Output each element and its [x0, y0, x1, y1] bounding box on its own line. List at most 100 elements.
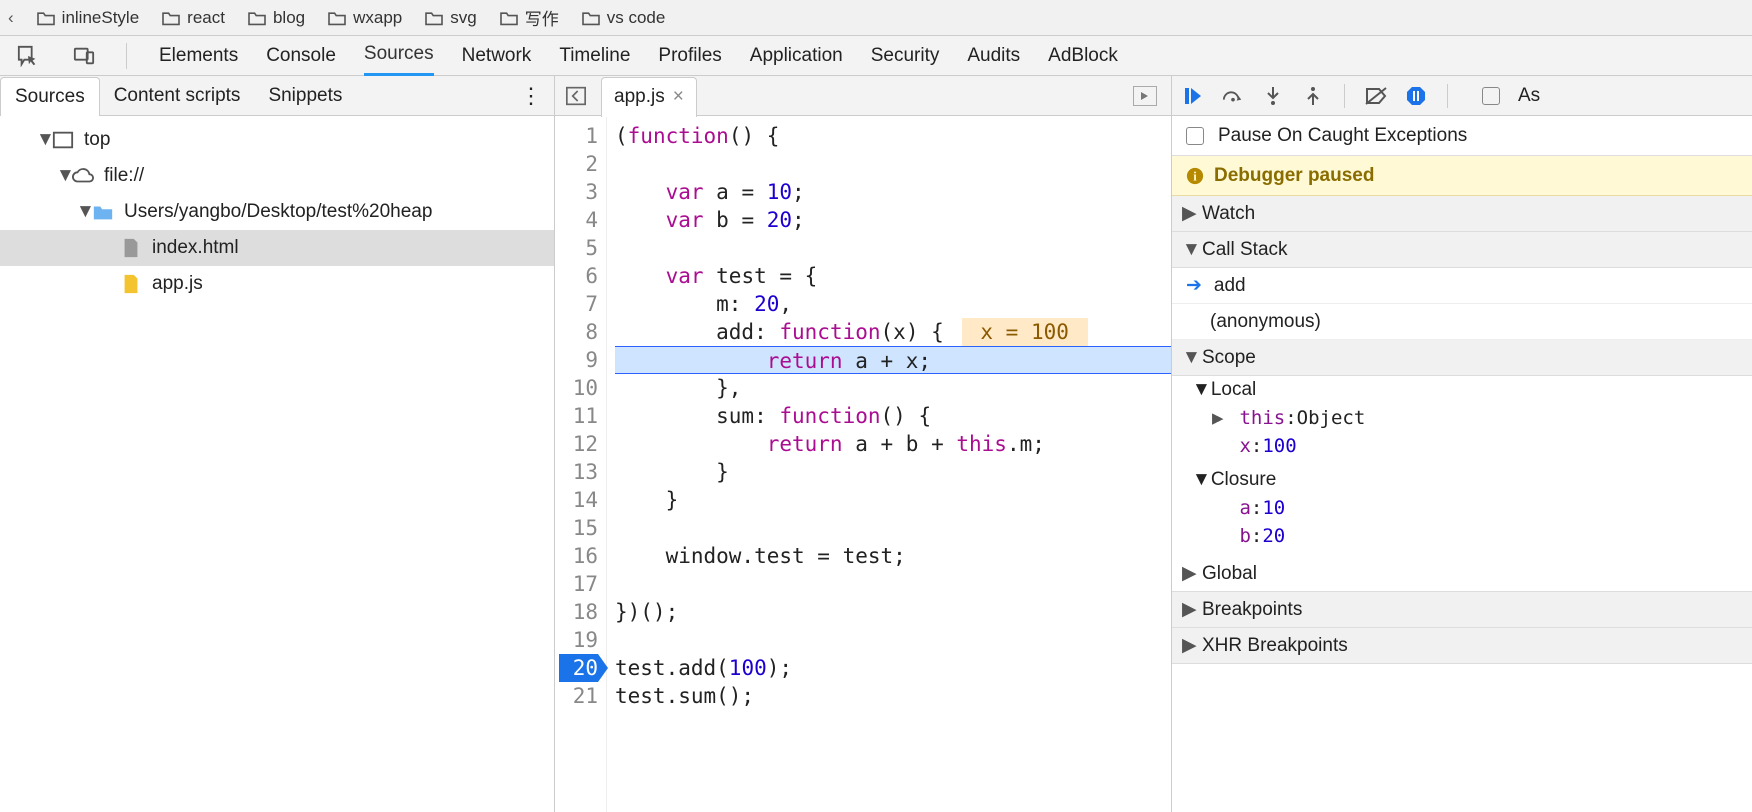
devtools-tab-console[interactable]: Console [266, 36, 336, 76]
step-into-icon[interactable] [1262, 85, 1284, 107]
var-value: 100 [1262, 435, 1296, 457]
chevron-down-icon: ▼ [1192, 379, 1211, 401]
bookmark-item[interactable]: wxapp [327, 8, 402, 28]
xhr-breakpoints-header[interactable]: ▶XHR Breakpoints [1172, 628, 1752, 664]
line-number[interactable]: 17 [559, 570, 598, 598]
line-number[interactable]: 5 [559, 234, 598, 262]
deactivate-breakpoints-icon[interactable] [1365, 85, 1387, 107]
tree-origin[interactable]: ▼ file:// [0, 158, 554, 194]
xhr-breakpoints-label: XHR Breakpoints [1202, 635, 1348, 657]
line-number[interactable]: 12 [559, 430, 598, 458]
line-number[interactable]: 1 [559, 122, 598, 150]
line-number[interactable]: 9 [559, 346, 598, 374]
step-out-icon[interactable] [1302, 85, 1324, 107]
devtools-tab-network[interactable]: Network [462, 36, 532, 76]
stack-frame-label: add [1214, 275, 1246, 297]
inspect-icon[interactable] [14, 42, 42, 70]
scope-local-header[interactable]: ▼Local [1172, 376, 1752, 404]
pause-caught-checkbox[interactable] [1186, 127, 1204, 145]
bookmark-item[interactable]: blog [247, 8, 305, 28]
navigator-tab-snippets[interactable]: Snippets [254, 77, 356, 115]
scope-global-label: Global [1202, 563, 1257, 585]
line-number[interactable]: 3 [559, 178, 598, 206]
code-line: } [615, 458, 1171, 486]
code-content[interactable]: (function() { var a = 10; var b = 20; va… [607, 116, 1171, 812]
devtools-tab-profiles[interactable]: Profiles [658, 36, 721, 76]
devtools-tab-timeline[interactable]: Timeline [559, 36, 630, 76]
device-toggle-icon[interactable] [70, 42, 98, 70]
more-options-icon[interactable]: ⋮ [520, 83, 542, 109]
tree-file-index[interactable]: index.html [0, 230, 554, 266]
scope-var-a[interactable]: a: 10 [1172, 494, 1752, 522]
async-checkbox[interactable] [1482, 87, 1500, 105]
watch-label: Watch [1202, 203, 1255, 225]
bookmarks-left-arrow: ‹ [8, 8, 14, 28]
run-snippet-icon[interactable] [1133, 86, 1157, 106]
tree-top[interactable]: ▼ top [0, 122, 554, 158]
line-number-gutter[interactable]: 123456789101112131415161718192021 [555, 116, 607, 812]
scope-global-header[interactable]: ▶Global [1172, 556, 1752, 592]
scope-var-this[interactable]: ▶ this: Object [1172, 404, 1752, 432]
devtools-tab-audits[interactable]: Audits [967, 36, 1020, 76]
code-line [615, 626, 1171, 654]
step-over-icon[interactable] [1222, 85, 1244, 107]
line-number[interactable]: 14 [559, 486, 598, 514]
close-icon[interactable]: × [673, 86, 684, 108]
bookmark-item[interactable]: vs code [581, 8, 666, 28]
scope-closure-header[interactable]: ▼Closure [1172, 466, 1752, 494]
bookmark-item[interactable]: svg [424, 8, 476, 28]
line-number[interactable]: 13 [559, 458, 598, 486]
toggle-navigator-icon[interactable] [563, 83, 589, 109]
current-frame-icon: ➔ [1186, 274, 1202, 297]
file-icon [120, 273, 142, 295]
scope-var-b[interactable]: b: 20 [1172, 522, 1752, 550]
devtools-tab-elements[interactable]: Elements [159, 36, 238, 76]
line-number[interactable]: 15 [559, 514, 598, 542]
navigator-tab-sources[interactable]: Sources [0, 77, 100, 116]
line-number[interactable]: 6 [559, 262, 598, 290]
navigator-tab-content-scripts[interactable]: Content scripts [100, 77, 255, 115]
line-number[interactable]: 4 [559, 206, 598, 234]
line-number[interactable]: 20 [559, 654, 598, 682]
scope-label: Scope [1202, 347, 1256, 369]
bookmark-item[interactable]: inlineStyle [36, 8, 140, 28]
line-number[interactable]: 16 [559, 542, 598, 570]
bookmark-item[interactable]: react [161, 8, 225, 28]
bookmark-item[interactable]: 写作 [499, 5, 559, 30]
editor-tab-label: app.js [614, 86, 665, 108]
pause-exceptions-icon[interactable] [1405, 85, 1427, 107]
code-editor[interactable]: 123456789101112131415161718192021 (funct… [555, 116, 1171, 812]
line-number[interactable]: 10 [559, 374, 598, 402]
devtools-tab-application[interactable]: Application [750, 36, 843, 76]
scope-header[interactable]: ▼Scope [1172, 340, 1752, 376]
line-number[interactable]: 7 [559, 290, 598, 318]
cloud-icon [72, 165, 94, 187]
line-number[interactable]: 18 [559, 598, 598, 626]
folder-icon [92, 201, 114, 223]
line-number[interactable]: 8 [559, 318, 598, 346]
editor-tab-appjs[interactable]: app.js × [601, 77, 697, 117]
line-number[interactable]: 11 [559, 402, 598, 430]
scope-closure-label: Closure [1211, 469, 1276, 491]
scope-var-x[interactable]: x: 100 [1172, 432, 1752, 460]
var-value: Object [1297, 407, 1366, 429]
devtools-tab-security[interactable]: Security [871, 36, 940, 76]
line-number[interactable]: 19 [559, 626, 598, 654]
code-line [615, 234, 1171, 262]
callstack-header[interactable]: ▼Call Stack [1172, 232, 1752, 268]
pause-caught-row[interactable]: Pause On Caught Exceptions [1172, 116, 1752, 156]
line-number[interactable]: 2 [559, 150, 598, 178]
tree-folder[interactable]: ▼ Users/yangbo/Desktop/test%20heap [0, 194, 554, 230]
stack-frame-add[interactable]: ➔ add [1172, 268, 1752, 304]
stack-frame-anon[interactable]: (anonymous) [1172, 304, 1752, 340]
breakpoints-header[interactable]: ▶Breakpoints [1172, 592, 1752, 628]
devtools-tab-sources[interactable]: Sources [364, 36, 434, 76]
bookmarks-bar: ‹ inlineStyle react blog wxapp svg 写作 vs code [0, 0, 1752, 36]
separator [126, 43, 127, 69]
devtools-tab-adblock[interactable]: AdBlock [1048, 36, 1118, 76]
line-number[interactable]: 21 [559, 682, 598, 710]
file-tree: ▼ top ▼ file:// ▼ Users/yangbo/Desktop/t… [0, 116, 554, 812]
resume-icon[interactable] [1182, 85, 1204, 107]
tree-file-appjs[interactable]: app.js [0, 266, 554, 302]
watch-header[interactable]: ▶Watch [1172, 196, 1752, 232]
